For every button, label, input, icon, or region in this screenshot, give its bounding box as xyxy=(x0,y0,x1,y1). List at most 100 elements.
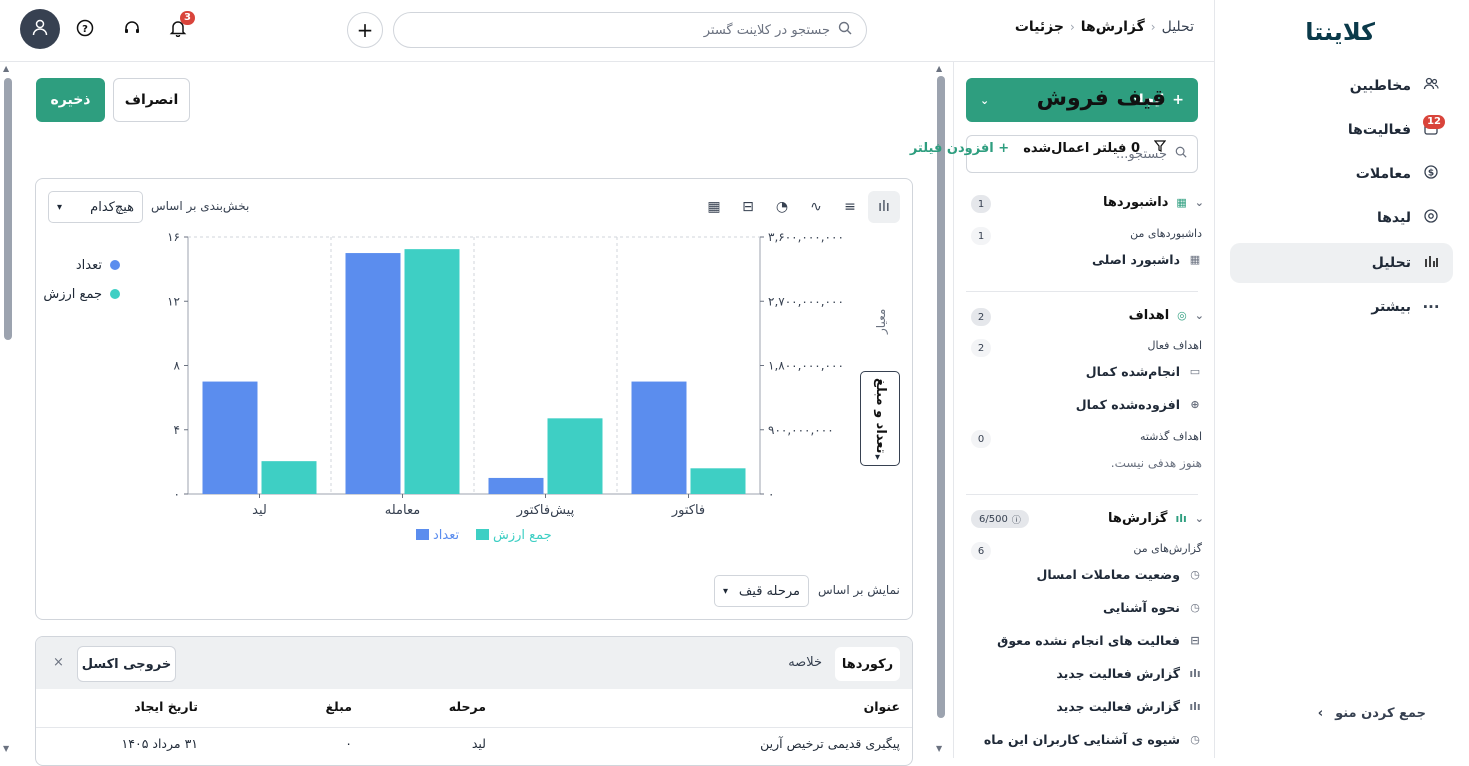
collapse-menu-button[interactable]: جمع کردن منو › xyxy=(1318,706,1426,721)
column-header-stage[interactable]: مرحله xyxy=(449,699,486,714)
nav-item-analytics[interactable]: تحلیل xyxy=(1230,243,1453,283)
dashboards-count: 1 xyxy=(971,195,991,213)
dollar-icon: ⊕ xyxy=(1190,398,1200,411)
section-dashboards-toggle[interactable]: ⌄ ▦ داشبوردها xyxy=(1103,195,1204,210)
user-icon xyxy=(31,18,49,40)
chevron-down-icon: ⌄ xyxy=(980,93,990,107)
report-item[interactable]: ılı گزارش فعالیت جدید xyxy=(1056,666,1202,681)
section-title: گزارش‌ها xyxy=(1108,511,1168,526)
report-item[interactable]: ılı گزارش فعالیت جدید xyxy=(1056,699,1202,714)
breadcrumb-reports[interactable]: گزارش‌ها xyxy=(1081,19,1145,35)
sidebar-scrollbar[interactable] xyxy=(937,76,945,718)
nav-item-activities[interactable]: فعالیت‌ها 12 xyxy=(1230,110,1453,150)
reports-sidebar: + ایجاد ⌄ جستجو... ⌄ ▦ داشبوردها 1 داشبو… xyxy=(953,62,1214,758)
scroll-up-icon[interactable]: ▲ xyxy=(936,64,942,73)
no-goals-text: هنوز هدفی نیست. xyxy=(1110,456,1202,470)
my-reports-label: گزارش‌های من xyxy=(1133,542,1202,555)
active-goals-count: 2 xyxy=(971,339,991,357)
chevron-down-icon: ▾ xyxy=(875,452,881,463)
bar-chart-icon: ılı xyxy=(1189,700,1201,713)
report-item[interactable]: ◷ شیوه ی آشنایی کاربران این ماه xyxy=(984,732,1202,747)
scroll-up-icon[interactable]: ▲ xyxy=(3,64,9,73)
bar-count xyxy=(631,381,687,494)
help-button[interactable]: ? xyxy=(73,18,97,42)
chart-card: ılı ≡ ∿ ◔ ⊟ ▦ بخش‌بندی بر اساس هیچ‌کدام … xyxy=(35,178,913,620)
add-filter-button[interactable]: + افزودن فیلتر xyxy=(910,141,1009,156)
reports-quota: 6/500 ⓘ xyxy=(971,510,1029,528)
target-icon xyxy=(1421,208,1441,228)
legend-dot-value xyxy=(110,289,120,299)
metric-label: معیار xyxy=(874,308,888,334)
column-header-amount[interactable]: مبلغ xyxy=(326,699,352,714)
applied-filters-count[interactable]: 0 فیلتر اعمال‌شده xyxy=(1023,141,1140,156)
my-dashboards-count: 1 xyxy=(971,227,991,245)
tab-records[interactable]: رکوردها xyxy=(835,647,900,681)
y-tick-label-right: ۲,۷۰۰,۰۰۰,۰۰۰ xyxy=(768,294,844,308)
legend-swatch-count xyxy=(416,529,429,540)
more-icon: ··· xyxy=(1422,298,1440,316)
report-item[interactable]: ◷ نحوه آشنایی xyxy=(1103,600,1202,615)
page-title: قیف فروش xyxy=(1036,86,1166,111)
support-button[interactable] xyxy=(120,18,144,42)
section-title: اهداف xyxy=(1128,308,1170,323)
breadcrumb-analytics[interactable]: تحلیل xyxy=(1162,19,1194,35)
bar-chart-icon xyxy=(1421,253,1441,273)
y-tick-label-left: ۸ xyxy=(174,359,181,373)
breadcrumb-details: جزئیات xyxy=(1014,19,1064,35)
nav-item-more[interactable]: ··· بیشتر xyxy=(1230,287,1453,327)
breadcrumb: تحلیل ‹ گزارش‌ها ‹ جزئیات xyxy=(1015,19,1194,35)
goal-item-label: افزوده‌شده کمال xyxy=(1075,397,1180,412)
x-tick-label: لید xyxy=(252,503,267,518)
y-tick-label-right: ۳,۶۰۰,۰۰۰,۰۰۰ xyxy=(768,230,844,244)
cell-title: پیگیری قدیمی ترخیص آرین xyxy=(760,736,900,751)
bar-count xyxy=(488,477,544,494)
report-item-label: گزارش فعالیت جدید xyxy=(1056,666,1180,681)
report-item-label: نحوه آشنایی xyxy=(1103,600,1180,615)
view-by-select[interactable]: مرحله قیف ▾ xyxy=(714,575,809,607)
reports-quota-value: 6/500 xyxy=(979,513,1008,525)
cell-amount: ۰ xyxy=(345,736,352,751)
goal-item-label: انجام‌شده کمال xyxy=(1085,364,1180,379)
report-item[interactable]: ⊟ فعالیت های انجام نشده معوق xyxy=(997,633,1202,648)
chevron-right-icon: › xyxy=(1317,706,1324,721)
column-header-created[interactable]: تاریخ ایجاد xyxy=(134,699,198,714)
quick-add-button[interactable]: + xyxy=(347,12,383,48)
target-icon: ◎ xyxy=(1177,309,1187,322)
nav-item-deals[interactable]: $ معاملات xyxy=(1230,154,1453,194)
metric-select[interactable]: تعداد و مبلغ ▾ xyxy=(860,371,900,466)
nav-label: معاملات xyxy=(1355,166,1411,182)
section-goals-toggle[interactable]: ⌄ ◎ اهداف xyxy=(1129,308,1204,323)
collapse-label: جمع کردن منو xyxy=(1335,706,1426,721)
dashboard-item[interactable]: ▦ داشبورد اصلی xyxy=(1092,252,1202,267)
goal-item[interactable]: ⊕ افزوده‌شده کمال xyxy=(1076,397,1202,412)
scroll-down-icon[interactable]: ▼ xyxy=(936,744,942,753)
global-search-input[interactable]: جستجو در کلاینت گستر xyxy=(393,12,867,48)
plus-icon: + xyxy=(356,18,374,42)
notifications-button[interactable]: 3 xyxy=(166,11,195,42)
save-button[interactable]: ذخیره xyxy=(36,78,105,122)
chevron-down-icon: ⌄ xyxy=(1194,512,1204,525)
top-bar: تحلیل ‹ گزارش‌ها ‹ جزئیات جستجو در کلاین… xyxy=(0,0,1214,62)
goal-item[interactable]: ▭ انجام‌شده کمال xyxy=(1086,364,1202,379)
svg-text:?: ? xyxy=(82,24,88,35)
cell-created: ۳۱ مرداد ۱۴۰۵ xyxy=(121,736,198,751)
x-tick-label: پیش‌فاکتور xyxy=(516,503,575,518)
search-placeholder: جستجو در کلاینت گستر xyxy=(703,22,830,38)
main-scrollbar[interactable] xyxy=(4,78,12,340)
nav-item-contacts[interactable]: مخاطبین xyxy=(1230,66,1453,106)
close-icon[interactable]: × xyxy=(53,655,64,670)
column-header-title[interactable]: عنوان xyxy=(864,699,900,714)
nav-item-leads[interactable]: لیدها xyxy=(1230,198,1453,238)
cancel-button[interactable]: انصراف xyxy=(113,78,190,122)
notifications-count-badge: 3 xyxy=(180,11,195,25)
user-avatar[interactable] xyxy=(20,9,60,49)
brand-logo[interactable]: کلاینتا xyxy=(1305,18,1375,46)
records-table-card: رکوردها خلاصه خروجی اکسل × عنوان مرحله م… xyxy=(35,636,913,766)
bar-value xyxy=(404,249,460,494)
tab-summary[interactable]: خلاصه xyxy=(788,655,822,670)
y-tick-label-right: ۰ xyxy=(768,487,774,501)
scroll-down-icon[interactable]: ▼ xyxy=(3,744,9,753)
report-item[interactable]: ◷ وضعیت معاملات امسال xyxy=(1036,567,1202,582)
section-reports-toggle[interactable]: ⌄ ılı گزارش‌ها xyxy=(1108,511,1204,526)
export-excel-button[interactable]: خروجی اکسل xyxy=(77,646,176,682)
